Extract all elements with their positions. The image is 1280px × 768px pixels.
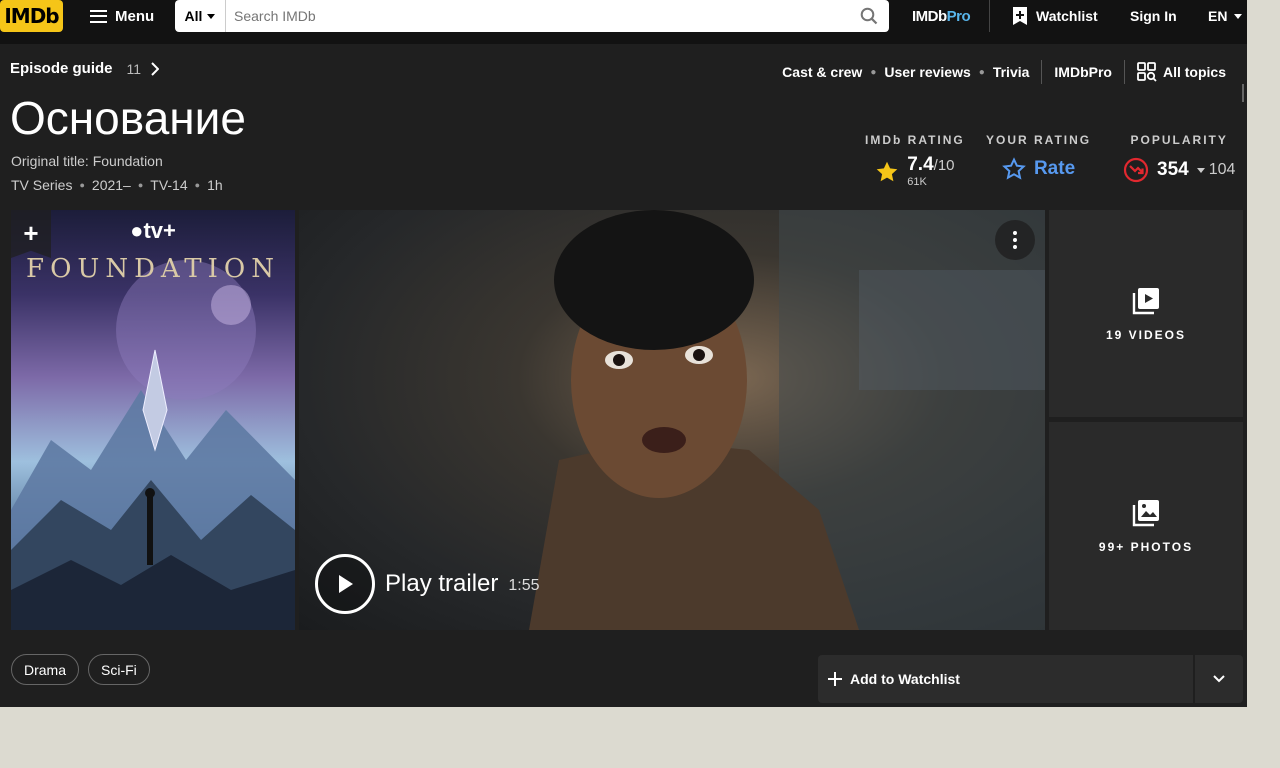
caret-down-icon <box>1196 167 1205 173</box>
videos-tile[interactable]: 19 VIDEOS <box>1049 210 1243 417</box>
imdb-rating-block[interactable]: IMDb RATING 7.4/10 61K <box>865 133 965 188</box>
menu-label: Menu <box>115 7 155 25</box>
language-label: EN <box>1208 8 1228 24</box>
episode-count: 11 <box>126 60 142 77</box>
bookmark-plus-icon <box>1013 7 1027 25</box>
search-category-label: All <box>184 8 203 24</box>
poster-title: FOUNDATION <box>26 254 280 284</box>
play-icon <box>315 554 375 614</box>
search-icon[interactable] <box>849 0 889 32</box>
chevron-down-icon <box>1213 675 1225 683</box>
watchlist-nav-label: Watchlist <box>1036 8 1098 24</box>
apple-icon: ● <box>130 218 144 243</box>
imdb-logo[interactable]: IMDb <box>0 0 63 32</box>
poster-brand: ●tv+ <box>11 218 295 244</box>
plus-icon <box>828 672 842 686</box>
imdbpro-label-b: Pro <box>946 8 971 25</box>
your-rating-block: YOUR RATING Rate <box>986 133 1091 181</box>
menu-button[interactable]: Menu <box>90 6 154 26</box>
star-icon <box>876 161 898 181</box>
separator-dot: ● <box>137 180 144 190</box>
nav-divider <box>989 0 990 32</box>
original-title: Original title: Foundation <box>11 153 163 169</box>
language-selector[interactable]: EN <box>1208 8 1243 24</box>
imdb-rating-value: 7.4/10 61K <box>875 154 955 188</box>
add-to-watchlist-label: Add to Watchlist <box>850 671 960 687</box>
photo-library-icon <box>1132 500 1159 527</box>
rate-button[interactable]: Rate <box>1002 157 1075 181</box>
search-bar: All <box>175 0 889 32</box>
all-topics-button[interactable]: All topics <box>1137 62 1226 82</box>
page-title: Основание <box>10 92 246 144</box>
more-options-button[interactable] <box>995 220 1035 260</box>
genre-chips: Drama Sci-Fi <box>11 654 150 685</box>
photos-tile[interactable]: 99+ PHOTOS <box>1049 422 1243 630</box>
trailer-duration: 1:55 <box>508 577 540 594</box>
video-library-icon <box>1132 287 1159 314</box>
cast-crew-link[interactable]: Cast & crew <box>782 64 862 80</box>
photos-count: 99+ PHOTOS <box>1098 540 1194 554</box>
watchlist-options-button[interactable] <box>1195 655 1243 703</box>
genre-chip-scifi[interactable]: Sci-Fi <box>88 654 150 685</box>
scroll-indicator <box>1242 84 1244 102</box>
popularity-rank: 354 <box>1157 159 1189 180</box>
add-to-watchlist-button[interactable]: Add to Watchlist <box>818 655 1193 703</box>
separator-dot: ● <box>978 66 985 78</box>
quick-links-divider <box>1123 60 1125 84</box>
episode-guide-link[interactable]: Episode guide 11 <box>10 60 160 77</box>
title-metadata: TV Series ● 2021– ● TV-14 ● 1h <box>11 177 223 193</box>
poster-image[interactable]: ●tv+ FOUNDATION + <box>11 210 295 630</box>
user-reviews-link[interactable]: User reviews <box>884 64 970 80</box>
popularity-label: POPULARITY <box>1130 133 1228 147</box>
separator-dot: ● <box>870 66 877 78</box>
popularity-delta-value: 104 <box>1208 161 1236 178</box>
play-trailer-label: Play trailer <box>385 570 499 597</box>
poster-brand-text: tv+ <box>143 218 176 243</box>
rating-score: 7.4 <box>907 154 934 175</box>
popularity-block[interactable]: POPULARITY 354 104 <box>1123 133 1235 183</box>
popularity-delta: 104 <box>1196 161 1236 179</box>
grid-search-icon <box>1137 62 1157 82</box>
imdbpro-label-a: IMDb <box>912 8 947 25</box>
trend-down-icon <box>1123 157 1149 183</box>
watchlist-nav-button[interactable]: Watchlist <box>1012 6 1098 26</box>
trailer-video[interactable]: Play trailer 1:55 <box>299 210 1045 630</box>
imdb-rating-label: IMDb RATING <box>865 133 965 147</box>
genre-chip-drama[interactable]: Drama <box>11 654 80 685</box>
imdbpro-quick-link[interactable]: IMDbPro <box>1054 64 1112 80</box>
title-type: TV Series <box>11 177 73 193</box>
rating-votes: 61K <box>907 176 927 188</box>
play-trailer-button[interactable]: Play trailer 1:55 <box>315 554 540 614</box>
your-rating-label: YOUR RATING <box>986 133 1092 147</box>
sign-in-link[interactable]: Sign In <box>1130 8 1177 24</box>
imdb-title-page: IMDb Menu All IMDbPro Watchlist Sign In … <box>0 0 1247 707</box>
quick-links: Cast & crew ● User reviews ● Trivia IMDb… <box>782 60 1226 84</box>
videos-count: 19 VIDEOS <box>1105 327 1187 342</box>
popularity-value: 354 104 <box>1123 157 1235 183</box>
release-years[interactable]: 2021– <box>92 177 131 193</box>
caret-down-icon <box>1234 13 1243 19</box>
search-input[interactable] <box>226 0 849 32</box>
hamburger-icon <box>90 9 107 23</box>
star-outline-icon <box>1002 157 1026 180</box>
all-topics-label: All topics <box>1162 64 1226 80</box>
rating-out-of: /10 <box>933 157 955 174</box>
trivia-link[interactable]: Trivia <box>993 64 1030 80</box>
caret-down-icon <box>207 13 216 19</box>
plus-icon: + <box>23 218 39 248</box>
search-category-dropdown[interactable]: All <box>175 0 226 32</box>
content-rating[interactable]: TV-14 <box>150 177 187 193</box>
runtime: 1h <box>207 177 223 193</box>
episode-guide-label: Episode guide <box>10 60 113 77</box>
top-navigation: IMDb Menu All IMDbPro Watchlist Sign In … <box>0 0 1247 44</box>
quick-links-divider <box>1041 60 1043 84</box>
separator-dot: ● <box>194 180 201 190</box>
imdbpro-link[interactable]: IMDbPro <box>912 8 971 25</box>
kebab-menu-icon <box>1013 231 1017 249</box>
rate-label: Rate <box>1033 158 1076 179</box>
separator-dot: ● <box>79 180 85 190</box>
chevron-right-icon <box>151 61 160 76</box>
